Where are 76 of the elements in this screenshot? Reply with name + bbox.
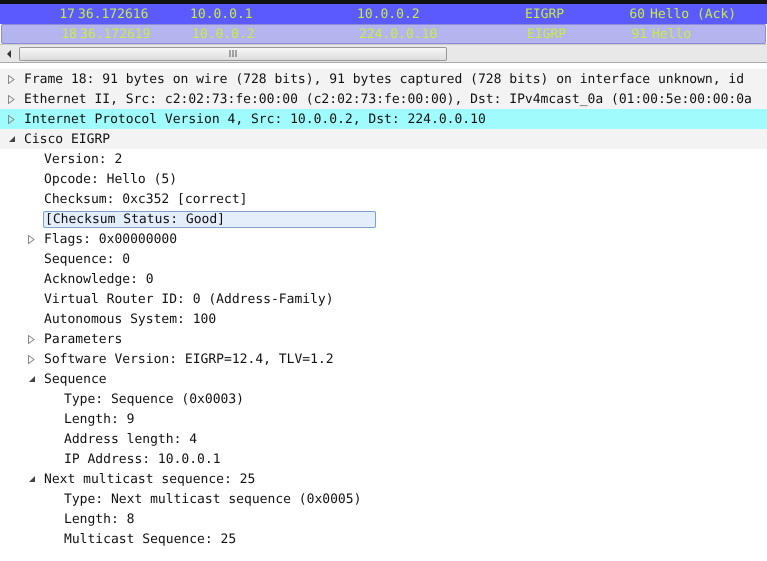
collapsed-triangle-icon[interactable] [28,354,35,364]
tree-item-text: Multicast Sequence: 25 [63,530,238,548]
expanded-triangle-icon[interactable] [28,476,34,482]
tree-item-text: Frame 18: 91 bytes on wire (728 bits), 91 bytes captured (728 bits) on interface unknown, id [23,70,746,88]
tree-item-text: Autonomous System: 100 [43,310,218,328]
tree-row[interactable]: [Checksum Status: Good] [0,209,767,229]
tree-row[interactable]: Cisco EIGRP [0,129,767,149]
tree-row[interactable]: Frame 18: 91 bytes on wire (728 bits), 91 bytes captured (728 bits) on interface unknown, id [0,69,767,89]
packet-info: Hello (Ack) [650,6,736,22]
tree-item-text: Internet Protocol Version 4, Src: 10.0.0.2, Dst: 224.0.0.10 [23,110,487,128]
tree-item-text: Checksum: 0xc352 [correct] [43,190,248,208]
tree-row[interactable]: Software Version: EIGRP=12.4, TLV=1.2 [0,349,767,369]
tree-row[interactable]: Version: 2 [0,149,767,169]
tree-row[interactable]: Length: 8 [0,509,767,529]
packet-number: 17 [59,6,75,22]
collapsed-triangle-icon[interactable] [8,94,15,104]
grip-icon [229,50,237,57]
packet-protocol: EIGRP [525,6,564,22]
packet-length: 60 [629,6,645,22]
collapsed-triangle-icon[interactable] [8,114,15,124]
tree-item-text: Sequence [43,370,108,388]
tree-row[interactable]: Checksum: 0xc352 [correct] [0,189,767,209]
packet-length: 91 [631,26,647,42]
tree-item-text: Version: 2 [43,150,124,168]
packet-destination: 224.0.0.10 [359,26,438,42]
collapsed-triangle-icon[interactable] [8,74,15,84]
collapsed-triangle-icon[interactable] [28,334,35,344]
tree-item-text: Opcode: Hello (5) [43,170,178,188]
tree-row[interactable]: Parameters [0,329,767,349]
tree-item-text: Address length: 4 [63,430,198,448]
tree-item-text: Type: Sequence (0x0003) [63,390,246,408]
tree-row[interactable]: Flags: 0x00000000 [0,229,767,249]
horizontal-scrollbar[interactable] [0,44,767,62]
tree-item-text: [Checksum Status: Good] [43,210,376,228]
packet-time: 36.172616 [78,6,148,22]
packet-time: 36.172619 [80,26,150,42]
tree-item-text: Virtual Router ID: 0 (Address-Family) [43,290,335,308]
scroll-left-icon[interactable] [5,50,13,58]
tree-item-text: IP Address: 10.0.0.1 [63,450,222,468]
tree-row[interactable]: Type: Sequence (0x0003) [0,389,767,409]
packet-destination: 10.0.0.2 [357,6,420,22]
tree-row[interactable]: Opcode: Hello (5) [0,169,767,189]
tree-row[interactable]: Address length: 4 [0,429,767,449]
tree-row[interactable]: Multicast Sequence: 25 [0,529,767,549]
tree-row[interactable]: Next multicast sequence: 25 [0,469,767,489]
tree-row[interactable]: Sequence: 0 [0,249,767,269]
tree-item-text: Cisco EIGRP [23,130,112,148]
tree-item-text: Parameters [43,330,124,348]
packet-info: Hello [652,26,692,42]
tree-item-text: Type: Next multicast sequence (0x0005) [63,490,362,508]
packet-source: 10.0.0.2 [192,26,255,42]
tree-row[interactable]: Internet Protocol Version 4, Src: 10.0.0.2, Dst: 224.0.0.10 [0,109,767,129]
packet-protocol: EIGRP [527,26,566,42]
packet-row[interactable]: 17 36.172616 10.0.0.1 10.0.0.2 EIGRP 60 Hello (Ack) [0,4,767,24]
tree-row[interactable]: Virtual Router ID: 0 (Address-Family) [0,289,767,309]
tree-item-text: Length: 9 [63,410,136,428]
expanded-triangle-icon[interactable] [8,136,14,142]
tree-row[interactable]: Autonomous System: 100 [0,309,767,329]
tree-item-text: Next multicast sequence: 25 [43,470,256,488]
packet-source: 10.0.0.1 [190,6,253,22]
tree-item-text: Ethernet II, Src: c2:02:73:fe:00:00 (c2:02:73:fe:00:00), Dst: IPv4mcast_0a (01:00:5e:00:00:0a [23,90,753,108]
tree-row[interactable]: Acknowledge: 0 [0,269,767,289]
tree-row[interactable]: IP Address: 10.0.0.1 [0,449,767,469]
tree-row[interactable]: Length: 9 [0,409,767,429]
tree-row[interactable]: Sequence [0,369,767,389]
packet-number: 18 [61,26,77,42]
tree-item-text: Acknowledge: 0 [43,270,155,288]
expanded-triangle-icon[interactable] [28,376,34,382]
tree-item-text: Sequence: 0 [43,250,132,268]
tree-item-text: Flags: 0x00000000 [43,230,178,248]
tree-row[interactable]: Ethernet II, Src: c2:02:73:fe:00:00 (c2:02:73:fe:00:00), Dst: IPv4mcast_0a (01:00:5e:00:00:0a [0,89,767,109]
tree-item-text: Length: 8 [63,510,136,528]
tree-row[interactable]: Type: Next multicast sequence (0x0005) [0,489,767,509]
scrollbar-thumb[interactable] [19,46,447,60]
collapsed-triangle-icon[interactable] [28,234,35,244]
tree-item-text: Software Version: EIGRP=12.4, TLV=1.2 [43,350,335,368]
